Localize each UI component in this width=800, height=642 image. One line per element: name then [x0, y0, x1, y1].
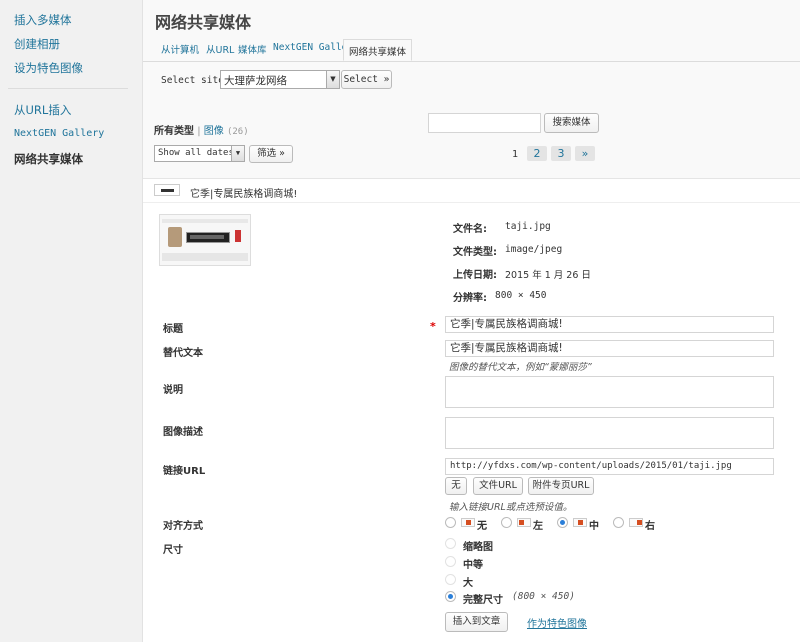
media-thumbnail-small — [154, 184, 180, 196]
size-large-label: 大 — [463, 578, 473, 589]
align-left-icon — [517, 518, 531, 527]
size-full-radio[interactable] — [445, 591, 456, 602]
page-3-link[interactable]: 3 — [551, 146, 571, 161]
align-none-radio[interactable] — [445, 517, 456, 528]
tab-divider — [143, 61, 800, 62]
align-right-radio[interactable] — [613, 517, 624, 528]
file-name-value: taji.jpg — [505, 221, 551, 232]
next-page-link[interactable]: » — [575, 146, 595, 161]
link-url-label: 链接URL — [163, 466, 206, 477]
upload-date-label: 上传日期: — [453, 270, 497, 281]
filter-button[interactable]: 筛选 » — [249, 145, 293, 163]
size-medium-radio[interactable] — [445, 556, 456, 567]
align-none-icon — [461, 518, 475, 527]
size-medium-label: 中等 — [463, 560, 483, 571]
alignment-label: 对齐方式 — [163, 521, 203, 532]
link-url-hint: 输入链接URL或点选预设值。 — [449, 502, 573, 513]
media-item-title: 它季|专属民族格调商城! — [190, 189, 298, 200]
tab-from-url[interactable]: 从URL — [206, 42, 234, 56]
file-type-label: 文件类型: — [453, 247, 497, 258]
page-current: 1 — [512, 149, 519, 160]
align-center-icon — [573, 518, 587, 527]
search-media-input[interactable] — [428, 113, 541, 133]
page-title: 网络共享媒体 — [155, 13, 252, 32]
sidebar-item-create-gallery[interactable]: 创建相册 — [14, 36, 60, 52]
sidebar-divider — [8, 88, 128, 89]
align-none-label: 无 — [477, 521, 487, 532]
description-label: 图像描述 — [163, 427, 203, 438]
file-type-value: image/jpeg — [505, 244, 563, 255]
media-item-header[interactable]: 它季|专属民族格调商城! — [143, 179, 800, 203]
tab-network-media[interactable]: 网络共享媒体 — [343, 39, 413, 61]
site-select[interactable]: 大理萨龙网络 ▼ — [220, 70, 340, 89]
required-mark: * — [430, 320, 436, 333]
type-filter: 所有类型 | 图像 (26) — [154, 122, 249, 137]
tab-from-computer[interactable]: 从计算机 — [161, 42, 199, 56]
description-textarea[interactable] — [445, 417, 774, 449]
sidebar-item-nextgen[interactable]: NextGEN Gallery — [14, 128, 104, 139]
size-thumbnail-radio[interactable] — [445, 538, 456, 549]
chevron-down-icon: ▼ — [231, 146, 244, 161]
resolution-value: 800 × 450 — [495, 290, 547, 301]
size-thumbnail-label: 缩略图 — [463, 542, 493, 553]
upload-date-value: 2015 年 1 月 26 日 — [505, 270, 591, 281]
size-label: 尺寸 — [163, 545, 183, 556]
main-panel: 网络共享媒体 从计算机 从URL 媒体库 NextGEN Gallery 网络共… — [143, 0, 800, 642]
sidebar-item-insert-media[interactable]: 插入多媒体 — [14, 12, 72, 28]
sidebar-item-insert-from-url[interactable]: 从URL插入 — [14, 102, 71, 118]
sidebar-item-featured-image[interactable]: 设为特色图像 — [14, 60, 83, 76]
alt-text-hint: 图像的替代文本，例如“蒙娜丽莎” — [449, 362, 592, 373]
align-right-icon — [629, 518, 643, 527]
align-center-radio[interactable] — [557, 517, 568, 528]
title-input[interactable]: 它季|专属民族格调商城! — [445, 316, 774, 333]
tab-media-library[interactable]: 媒体库 — [238, 42, 267, 56]
align-left-radio[interactable] — [501, 517, 512, 528]
sidebar: 插入多媒体 创建相册 设为特色图像 从URL插入 NextGEN Gallery… — [0, 0, 143, 642]
image-count: (26) — [226, 127, 249, 137]
alt-text-input[interactable]: 它季|专属民族格调商城! — [445, 340, 774, 357]
size-full-dims: (800 × 450) — [512, 591, 575, 602]
site-select-value: 大理萨龙网络 — [224, 75, 287, 87]
link-none-button[interactable]: 无 — [445, 477, 467, 495]
media-thumbnail — [159, 214, 251, 266]
size-large-radio[interactable] — [445, 574, 456, 585]
select-site-button[interactable]: Select » — [341, 70, 392, 89]
media-item-panel: 它季|专属民族格调商城! 文件名: taji.jpg 文件类型: image/j… — [143, 178, 800, 642]
filter-images[interactable]: 图像 — [204, 126, 224, 137]
page-2-link[interactable]: 2 — [527, 146, 547, 161]
search-media-button[interactable]: 搜索媒体 — [544, 113, 599, 133]
insert-into-post-button[interactable]: 插入到文章 — [445, 612, 508, 632]
date-filter-value: Show all dates — [158, 148, 234, 158]
filter-all-types[interactable]: 所有类型 — [154, 126, 194, 137]
title-label: 标题 — [163, 324, 183, 335]
align-left-label: 左 — [533, 521, 543, 532]
alt-text-label: 替代文本 — [163, 348, 203, 359]
set-featured-image-link[interactable]: 作为特色图像 — [527, 615, 587, 630]
align-right-label: 右 — [645, 521, 655, 532]
file-name-label: 文件名: — [453, 224, 487, 235]
link-file-url-button[interactable]: 文件URL — [473, 477, 523, 495]
filter-separator: | — [197, 126, 201, 137]
align-center-label: 中 — [589, 521, 599, 532]
sidebar-item-network-media[interactable]: 网络共享媒体 — [14, 151, 83, 167]
chevron-down-icon: ▼ — [326, 71, 339, 88]
caption-label: 说明 — [163, 385, 183, 396]
resolution-label: 分辨率: — [453, 293, 487, 304]
link-url-input[interactable]: http://yfdxs.com/wp-content/uploads/2015… — [445, 458, 774, 475]
date-filter-select[interactable]: Show all dates ▼ — [154, 145, 245, 162]
caption-textarea[interactable] — [445, 376, 774, 408]
size-full-label: 完整尺寸 — [463, 595, 503, 606]
link-attachment-url-button[interactable]: 附件专页URL — [528, 477, 594, 495]
